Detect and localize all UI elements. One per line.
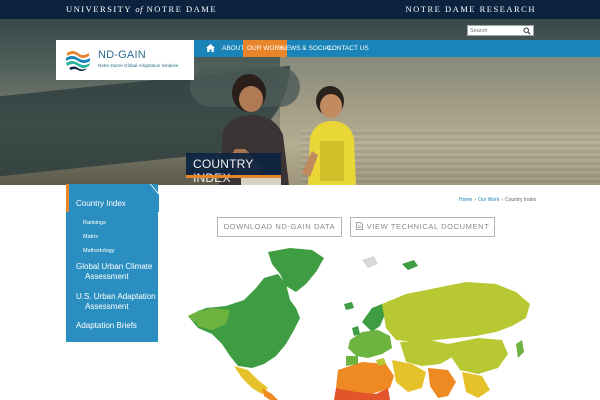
- sidebar-item-global-urban[interactable]: Global Urban Climate Assessment: [76, 262, 152, 282]
- map-region-central-america[interactable]: [262, 388, 278, 400]
- sidebar-subitem-rankings[interactable]: Rankings: [83, 220, 106, 226]
- nav-item-about[interactable]: ABOUT: [222, 40, 244, 57]
- download-data-label: DOWNLOAD ND-GAIN DATA: [223, 222, 336, 231]
- university-of: of: [135, 4, 143, 14]
- view-technical-document-label: VIEW TECHNICAL DOCUMENT: [366, 222, 490, 231]
- university-link[interactable]: University of Notre Dame: [66, 4, 217, 14]
- search-icon[interactable]: [523, 27, 531, 35]
- sidebar-item-global-urban-line1: Global Urban Climate: [76, 262, 153, 271]
- page-title-banner: COUNTRY INDEX: [186, 153, 281, 185]
- university-prefix: University: [66, 4, 132, 14]
- breadcrumb: Home › Our Work › Country Index: [459, 197, 536, 203]
- map-region-china[interactable]: [448, 338, 508, 374]
- logo-subtitle: Notre Dame Global Adaptation Initiative: [98, 63, 179, 68]
- map-region-scandinavia[interactable]: [362, 304, 386, 332]
- sidebar-header-arrow: [150, 184, 159, 212]
- university-suffix: Notre Dame: [146, 4, 218, 14]
- sidebar-subitem-methodology[interactable]: Methodology: [83, 248, 115, 254]
- sidebar-item-us-urban-line2: Assessment: [85, 302, 129, 311]
- document-icon: [355, 222, 363, 230]
- world-map[interactable]: [186, 248, 540, 400]
- map-region-japan[interactable]: [516, 340, 524, 358]
- sidebar-item-adaptation-briefs[interactable]: Adaptation Briefs: [76, 321, 137, 331]
- notre-dame-research-link[interactable]: NOTRE DAME RESEARCH: [405, 4, 536, 14]
- search-box[interactable]: [467, 25, 534, 36]
- breadcrumb-current: Country Index: [505, 197, 537, 203]
- map-region-iceland[interactable]: [344, 302, 354, 310]
- sidebar-subitem-matrix[interactable]: Matrix: [83, 234, 98, 240]
- main-nav: ABOUT OUR WORK NEWS & SOCIAL CONTACT US: [194, 40, 600, 57]
- map-region-svalbard[interactable]: [402, 260, 418, 270]
- nd-gain-logo-icon: [65, 46, 91, 72]
- map-region-arctic-island[interactable]: [362, 256, 378, 268]
- sidebar-item-us-urban[interactable]: U.S. Urban Adaptation Assessment: [76, 292, 156, 312]
- sidebar: Country Index Rankings Matrix Methodolog…: [66, 184, 158, 342]
- breadcrumb-home[interactable]: Home: [459, 197, 472, 203]
- logo[interactable]: ND-GAIN Notre Dame Global Adaptation Ini…: [56, 40, 194, 80]
- breadcrumb-separator: ›: [474, 197, 477, 203]
- search-input[interactable]: [470, 26, 522, 35]
- hero-child-boy: [302, 86, 356, 185]
- nav-item-contact-us[interactable]: CONTACT US: [327, 40, 369, 57]
- top-bar: University of Notre Dame NOTRE DAME RESE…: [0, 0, 600, 19]
- sidebar-item-global-urban-line2: Assessment: [85, 272, 129, 281]
- breadcrumb-our-work[interactable]: Our Work: [478, 197, 499, 203]
- nav-item-news-social[interactable]: NEWS & SOCIAL: [281, 40, 332, 57]
- map-region-southeast-asia[interactable]: [462, 372, 490, 398]
- sidebar-item-country-index[interactable]: Country Index: [76, 199, 126, 209]
- map-region-india[interactable]: [428, 368, 456, 398]
- sidebar-item-us-urban-line1: U.S. Urban Adaptation: [76, 292, 156, 301]
- breadcrumb-separator: ›: [501, 197, 503, 203]
- map-region-central-asia[interactable]: [400, 340, 454, 366]
- download-data-button[interactable]: DOWNLOAD ND-GAIN DATA: [217, 217, 342, 237]
- map-region-russia[interactable]: [382, 282, 530, 342]
- view-technical-document-button[interactable]: VIEW TECHNICAL DOCUMENT: [350, 217, 495, 237]
- home-icon[interactable]: [206, 44, 215, 52]
- page-title: COUNTRY INDEX: [193, 157, 254, 185]
- logo-title: ND-GAIN: [98, 49, 146, 61]
- page-title-underline: [186, 175, 281, 178]
